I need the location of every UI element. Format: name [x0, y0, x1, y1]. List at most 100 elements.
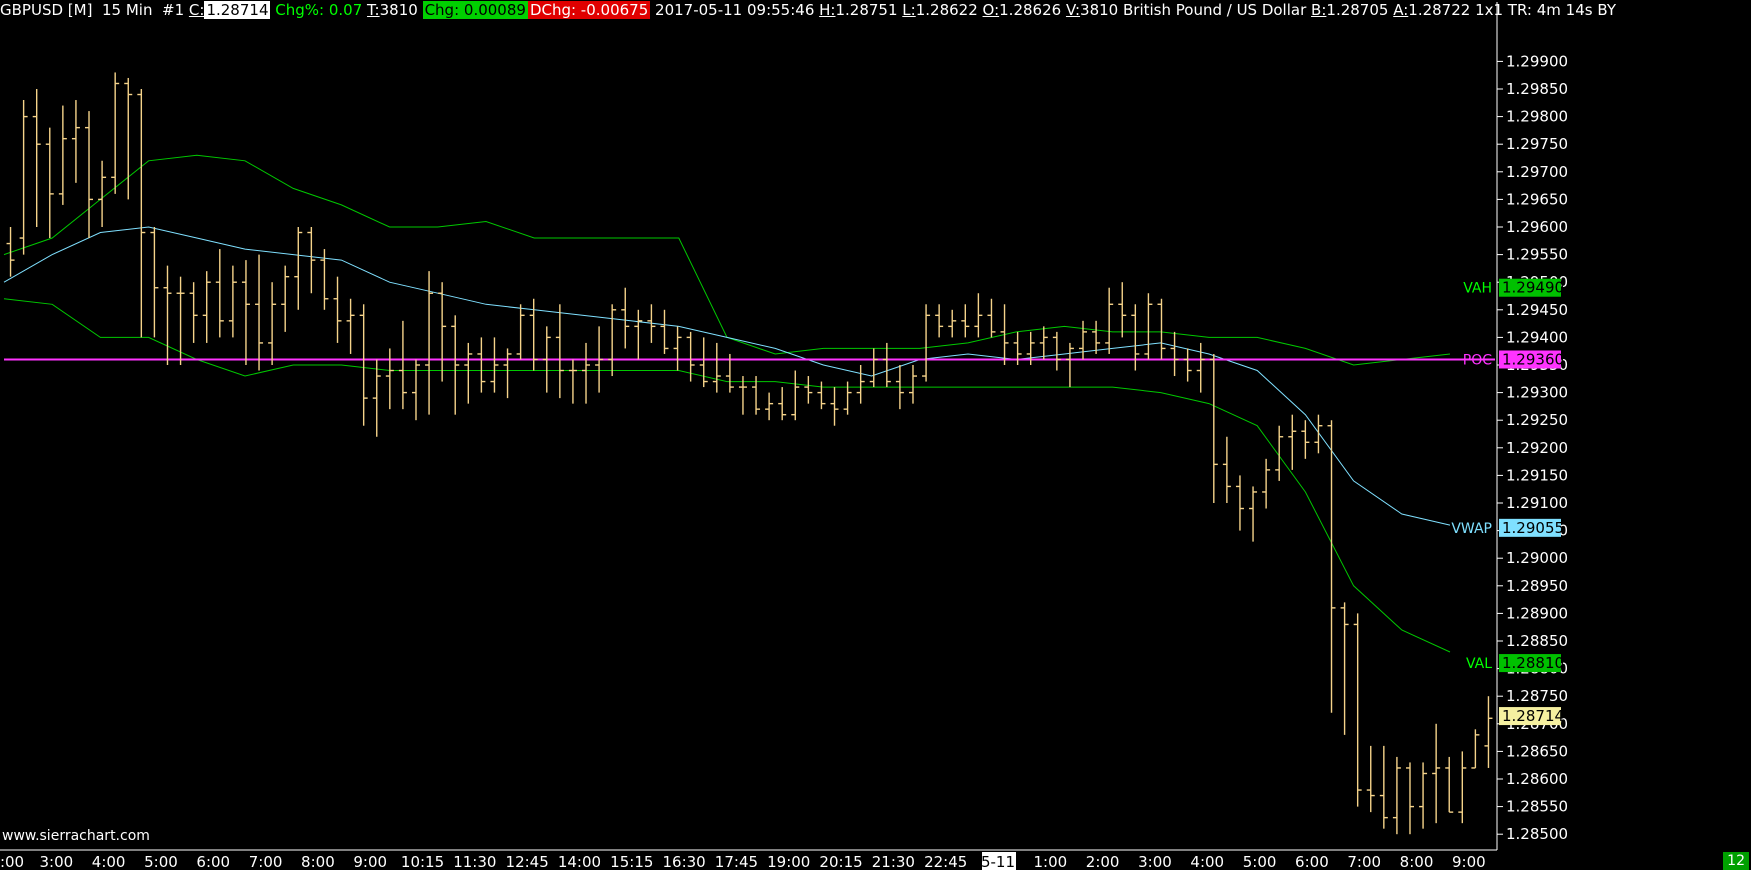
ohlc-bar [621, 287, 630, 349]
time-tick-label: 3:00 [1138, 853, 1172, 870]
price-tick-label: 1.29000 [1506, 549, 1568, 567]
ohlc-bar [1392, 756, 1401, 835]
time-tick-label: 6:00 [1295, 853, 1329, 870]
ohlc-bar [791, 370, 800, 421]
ohlc-bar [1249, 486, 1258, 542]
ohlc-bar [948, 309, 957, 338]
poc-label: POC [1463, 352, 1492, 368]
watermark-text: www.sierrachart.com [2, 828, 150, 844]
ohlc-bar [503, 348, 512, 399]
time-tick-label: 20:15 [819, 853, 862, 870]
upper-band-line [3, 154, 1451, 366]
ohlc-bar [438, 282, 447, 382]
ohlc-bar [608, 304, 617, 377]
ohlc-bar [1314, 414, 1323, 454]
ohlc-bar [1458, 751, 1467, 824]
ohlc-bar [398, 320, 407, 410]
ohlc-bar [385, 348, 394, 410]
ohlc-bar [765, 392, 774, 421]
ohlc-bar [817, 381, 826, 410]
ohlc-bar [987, 298, 996, 338]
ohlc-bar [372, 359, 381, 437]
ohlc-bar [346, 298, 355, 354]
ohlc-bar [1144, 293, 1153, 360]
time-tick-label: 10:15 [401, 853, 444, 870]
ohlc-bar [1275, 425, 1284, 481]
ohlc-bar [176, 276, 185, 365]
price-tick-label: 1.29300 [1506, 384, 1568, 402]
ohlc-bar [150, 227, 159, 338]
ohlc-bar [673, 326, 682, 371]
ohlc-bars [6, 72, 1493, 835]
time-tick-label: 5:00 [1243, 853, 1277, 870]
price-tick-label: 1.29800 [1506, 108, 1568, 126]
ohlc-bar [1366, 745, 1375, 813]
ohlc-bar [1183, 348, 1192, 382]
ohlc-bar [1379, 745, 1388, 829]
price-tick-label: 1.29750 [1506, 135, 1568, 153]
ohlc-bar [1353, 613, 1362, 807]
ohlc-bar [137, 89, 146, 338]
price-tick-label: 1.29700 [1506, 163, 1568, 181]
price-tick-label: 1.29150 [1506, 466, 1568, 484]
val-label: VAL [1466, 656, 1492, 672]
ohlc-bar [1105, 287, 1114, 354]
ohlc-bar [804, 376, 813, 404]
ohlc-bar [58, 105, 67, 205]
ohlc-bar [268, 282, 277, 365]
price-tick-label: 1.28900 [1506, 604, 1568, 622]
time-tick-label: :00 [0, 853, 24, 870]
ohlc-bar [1131, 304, 1140, 371]
ohlc-bar [660, 309, 669, 354]
ohlc-bar [85, 111, 94, 239]
ohlc-bar [241, 260, 250, 365]
ohlc-bar [1340, 602, 1349, 735]
ohlc-bar [778, 387, 787, 421]
time-tick-label: 22:45 [924, 853, 967, 870]
price-tick-label: 1.28650 [1506, 742, 1568, 760]
poc-value: 1.29360 [1502, 350, 1564, 368]
time-tick-label: 9:00 [1452, 853, 1486, 870]
ohlc-bar [1079, 320, 1088, 360]
price-chart[interactable]: 1.29900 1.29850 1.29800 1.29750 1.29700 1.296… [0, 0, 1751, 870]
ohlc-bar [1092, 320, 1101, 354]
ohlc-bar [1432, 723, 1441, 824]
time-tick-label: 3:00 [39, 853, 73, 870]
price-tick-label: 1.29250 [1506, 411, 1568, 429]
ohlc-bar [71, 100, 80, 183]
ohlc-bar [922, 304, 931, 382]
ohlc-bar [634, 309, 643, 360]
ohlc-bar [111, 72, 120, 194]
ohlc-bar [582, 342, 591, 404]
time-tick-label: 5-11 [981, 853, 1015, 870]
time-tick-label: 5:00 [144, 853, 178, 870]
ohlc-bar [1170, 331, 1179, 377]
time-tick-label: 6:00 [196, 853, 230, 870]
vwap-label: VWAP [1451, 521, 1492, 537]
ohlc-bar [124, 77, 133, 200]
time-tick-label: 1:00 [1033, 853, 1067, 870]
price-tick-label: 1.29600 [1506, 218, 1568, 236]
lower-band-line [3, 298, 1451, 653]
ohlc-bar [1262, 458, 1271, 509]
price-tick-label: 1.29550 [1506, 246, 1568, 264]
ohlc-bar [961, 304, 970, 338]
ohlc-bar [1065, 342, 1074, 388]
ohlc-bar [568, 359, 577, 404]
ohlc-bar [1196, 342, 1205, 393]
time-tick-label: 9:00 [353, 853, 387, 870]
time-tick-label: 16:30 [662, 853, 705, 870]
price-tick-label: 1.28550 [1506, 798, 1568, 816]
ohlc-bar [843, 381, 852, 415]
ohlc-bar [869, 348, 878, 388]
ohlc-bar [1052, 331, 1061, 371]
ohlc-bar [1209, 353, 1218, 503]
vwap-value: 1.29055 [1502, 519, 1564, 537]
time-axis[interactable]: :00 3:00 4:00 5:00 6:00 7:00 8:00 9:00 10:15 11:3… [0, 852, 1486, 870]
last-price-value: 1.28714 [1502, 707, 1564, 725]
price-tick-label: 1.29850 [1506, 80, 1568, 98]
ohlc-bar [307, 227, 316, 294]
ohlc-bar [1405, 762, 1414, 835]
ohlc-bar [228, 265, 237, 338]
ohlc-bar [1419, 762, 1428, 829]
